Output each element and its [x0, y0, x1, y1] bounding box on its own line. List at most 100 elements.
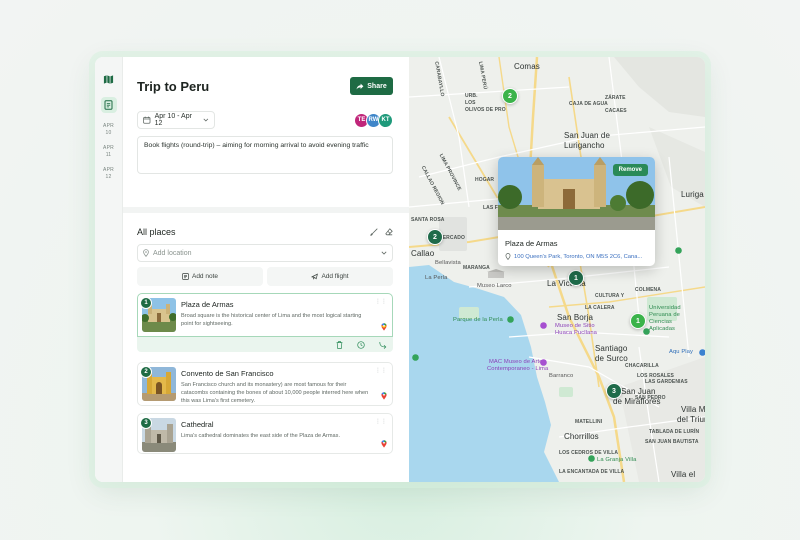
place-popup[interactable]: Remove Plaza de Armas 100 Queen's Park, … — [498, 157, 655, 266]
map-label-maranga: MARANGA — [463, 265, 490, 271]
brush-icon[interactable] — [370, 228, 378, 236]
map-view[interactable]: Comas San Juan de Lurigancho Callao Bell… — [409, 57, 705, 482]
drag-handle-icon[interactable]: ⋮⋮ — [375, 418, 387, 425]
map-label-san-pedro: SAN PEDRO — [635, 395, 666, 401]
map-icon — [103, 74, 114, 84]
map-label-olivos: OLIVOS DE PRO — [465, 107, 506, 113]
map-pin-plaza-de-armas[interactable]: 1 — [568, 270, 584, 286]
add-note-button[interactable]: Add note — [137, 267, 263, 286]
map-label-los: LOS — [465, 100, 476, 106]
map-label-san-borja: San Borja — [557, 313, 594, 322]
map-label-chacarilla: CHACARILLA — [625, 363, 659, 369]
app-window: APR 10 APR 11 APR 12 Trip to Peru Share Apr… — [95, 57, 705, 482]
rail-date-apr-11[interactable]: APR 11 — [103, 145, 114, 159]
map-label-aplicadas: Aplicadas — [649, 326, 676, 332]
place-description: Broad square is the historical center of… — [181, 313, 362, 327]
popup-title: Plaza de Armas — [505, 239, 558, 248]
plane-icon — [311, 273, 319, 280]
place-number-badge: 2 — [140, 366, 152, 378]
map-pin-day2-place[interactable]: 2 — [427, 229, 443, 245]
map-label-callao: Callao — [411, 249, 435, 258]
eraser-icon[interactable] — [385, 228, 393, 236]
directions-icon[interactable] — [379, 341, 387, 349]
map-label-caja-de-agua: CAJA DE AGUA — [569, 101, 608, 107]
map-pin-day1[interactable]: 1 — [630, 313, 646, 329]
park-poi-icon[interactable] — [675, 247, 682, 254]
chevron-down-icon — [381, 251, 387, 255]
park-poi-icon[interactable] — [588, 455, 595, 462]
map-label-santa-rosa: SANTA ROSA — [411, 217, 445, 223]
drag-handle-icon[interactable]: ⋮⋮ — [375, 367, 387, 374]
google-maps-icon[interactable] — [381, 392, 387, 400]
museum-poi-icon[interactable] — [540, 359, 547, 366]
museum-poi-icon[interactable] — [540, 322, 547, 329]
trash-icon[interactable] — [336, 340, 343, 349]
google-maps-icon[interactable] — [381, 440, 387, 448]
add-location-input[interactable]: Add location — [137, 244, 393, 262]
school-poi-icon[interactable] — [643, 328, 650, 335]
map-label-tablada: TABLADA DE LURÍN — [649, 429, 700, 435]
collaborator-avatars[interactable]: TE RW KT — [354, 112, 393, 128]
place-name: Plaza de Armas — [181, 300, 234, 309]
map-label-contemporaneo: Contemporaneo - Lima — [487, 366, 549, 372]
trip-note[interactable]: Book flights (round-trip) – aiming for m… — [137, 136, 393, 174]
add-flight-label: Add flight — [321, 273, 349, 280]
map-canvas[interactable] — [409, 57, 705, 482]
map-label-hogar: HOGAR — [475, 177, 495, 183]
map-label-la-granja: La Granja Villa — [597, 457, 637, 463]
map-label-villa-el: Villa el — [671, 470, 696, 479]
map-label-museo-larco: Museo Larco — [477, 283, 512, 289]
place-name: Convento de San Francisco — [181, 369, 274, 378]
popup-address[interactable]: 100 Queen's Park, Toronto, ON M5S 2C6, C… — [505, 253, 655, 260]
date-range-selector[interactable]: Apr 10 - Apr 12 — [137, 111, 215, 129]
place-item-convento[interactable]: 2 Convento de San Francisco San Francisc… — [137, 362, 393, 406]
share-button[interactable]: Share — [350, 77, 393, 95]
map-label-ciencias: Ciencias — [649, 319, 673, 325]
map-label-villa-m: Villa M — [681, 405, 705, 414]
trip-title: Trip to Peru — [137, 78, 210, 94]
map-label-colmena: COLMENA — [635, 287, 661, 293]
place-name: Cathedral — [181, 420, 214, 429]
trip-header-card: Trip to Peru Share Apr 10 - Apr 12 TE RW… — [123, 57, 409, 207]
chevron-down-icon — [203, 118, 209, 122]
rail-date-apr-12[interactable]: APR 12 — [103, 167, 114, 181]
clock-icon[interactable] — [357, 340, 365, 349]
popup-address-text: 100 Queen's Park, Toronto, ON M5S 2C6, C… — [514, 253, 643, 260]
map-pin-cathedral[interactable]: 3 — [606, 383, 622, 399]
map-label-las-gardenias: LAS GARDENIAS — [645, 379, 688, 385]
map-label-bellavista: Bellavista — [435, 260, 461, 266]
map-label-parque-perla: Parque de la Perla — [453, 317, 503, 323]
map-label-la-encantada: LA ENCANTADA DE VILLA — [559, 469, 625, 475]
map-label-cultura: CULTURA Y — [595, 293, 625, 299]
drag-handle-icon[interactable]: ⋮⋮ — [375, 298, 387, 305]
map-label-urb: URB. — [465, 93, 478, 99]
places-title: All places — [137, 227, 176, 237]
place-item-plaza-de-armas[interactable]: 1 Plaza de Armas Broad square is the his… — [137, 293, 393, 337]
place-actions-bar — [137, 337, 393, 352]
water-park-poi-icon[interactable] — [699, 349, 705, 356]
rail-date-apr-10[interactable]: APR 10 — [103, 123, 114, 137]
museum-building-icon — [487, 269, 505, 278]
map-label-la-perla: La Perla — [425, 275, 448, 281]
map-pin-day2[interactable]: 2 — [502, 88, 518, 104]
map-label-zarate: ZÁRATE — [605, 95, 626, 101]
map-label-museo-sitio: Museo de Sitio — [555, 323, 595, 329]
place-description: San Francisco church and its monastery) … — [181, 382, 369, 404]
map-label-santiago: Santiago — [595, 344, 628, 353]
map-label-chorrillos: Chorrillos — [564, 432, 599, 441]
google-maps-icon[interactable] — [381, 323, 387, 331]
place-description: Lima's cathedral dominates the east side… — [181, 433, 341, 439]
map-view-button[interactable] — [101, 71, 117, 87]
park-poi-icon[interactable] — [507, 316, 514, 323]
avatar[interactable]: KT — [378, 112, 393, 128]
park-poi-icon[interactable] — [412, 354, 419, 361]
itinerary-button[interactable] — [100, 97, 117, 113]
place-thumbnail: 1 — [140, 297, 177, 332]
add-flight-button[interactable]: Add flight — [267, 267, 393, 286]
remove-button[interactable]: Remove — [612, 164, 648, 176]
places-card: All places Add location Add note Add fli… — [123, 213, 409, 482]
share-icon — [356, 83, 364, 89]
note-icon — [182, 273, 189, 280]
place-item-cathedral[interactable]: 3 Cathedral Lima's cathedral dominates t… — [137, 413, 393, 454]
map-label-huaca: Huaca Pucllana — [555, 330, 598, 336]
